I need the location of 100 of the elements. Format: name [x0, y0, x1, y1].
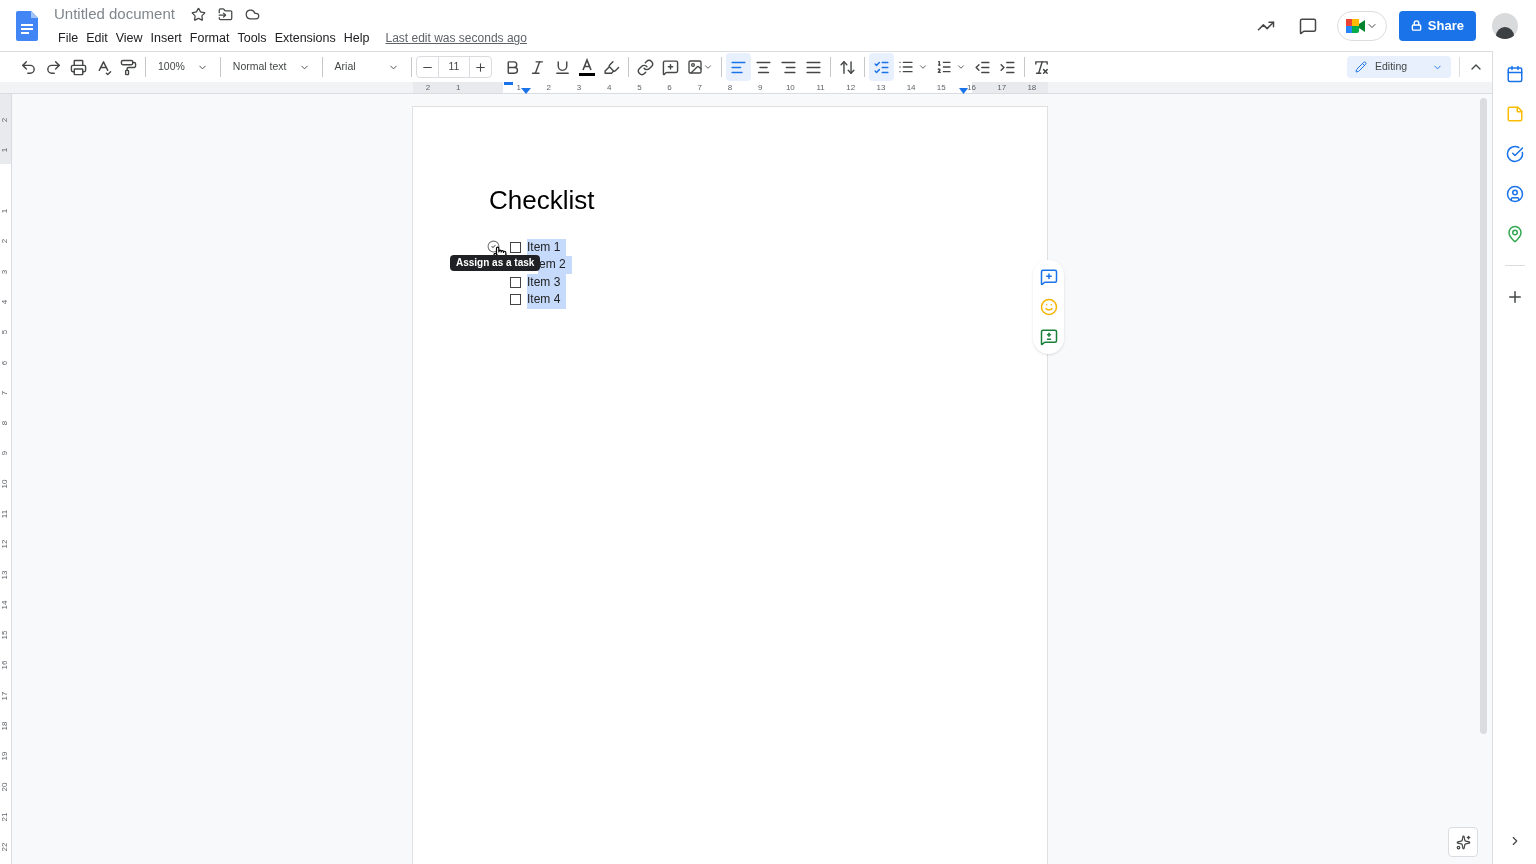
ruler-number: 12 — [1, 539, 10, 549]
assign-task-icon[interactable] — [487, 240, 500, 253]
ruler-number: 9 — [757, 82, 763, 93]
checklist-item-text[interactable]: Item 3 — [527, 273, 567, 292]
ruler-number: 2 — [1, 117, 10, 123]
numbered-list-icon — [936, 59, 953, 75]
menu-item[interactable]: Tools — [233, 28, 271, 48]
avatar[interactable] — [1492, 12, 1518, 39]
ruler-number: 15 — [1, 630, 10, 640]
ruler-number: 7 — [697, 82, 702, 93]
maps-pin-icon[interactable] — [1505, 225, 1524, 243]
document-title[interactable]: Untitled document — [54, 3, 175, 26]
ruler-number: 3 — [576, 82, 582, 93]
menu-item[interactable]: Format — [185, 28, 234, 48]
ruler-number: 1 — [1, 208, 10, 214]
ruler-number: 19 — [1, 751, 10, 761]
menu-item[interactable]: Insert — [146, 28, 186, 48]
checkbox[interactable] — [510, 294, 521, 306]
menu-item[interactable]: View — [111, 28, 147, 48]
menu-item[interactable]: File — [54, 28, 83, 48]
comment-plus-icon — [662, 58, 680, 76]
style-dropdown[interactable]: Normal text — [224, 53, 318, 81]
ruler-number: 2 — [546, 82, 552, 93]
ruler-number: 4 — [1, 299, 10, 305]
share-button[interactable]: Share — [1398, 10, 1476, 41]
suggest-edits-icon[interactable] — [1039, 328, 1058, 346]
ruler-number: 15 — [936, 82, 946, 93]
tooltip: Assign as a task — [450, 255, 541, 271]
ruler-number: 7 — [1, 390, 10, 396]
ruler-number: 1 — [1, 148, 10, 153]
ruler-number: 9 — [1, 451, 10, 456]
align-left-button[interactable] — [726, 53, 752, 81]
ruler-number: 10 — [1, 479, 10, 489]
checklist-item-text[interactable]: Item 1 — [527, 239, 567, 257]
ruler-number: 13 — [876, 82, 886, 93]
text-color-icon — [579, 58, 596, 76]
video-camera-icon — [1345, 17, 1366, 34]
undo-icon — [20, 58, 37, 76]
highlighter-icon — [603, 58, 621, 76]
ruler-number: 5 — [637, 82, 642, 93]
sparkle-icon — [1455, 834, 1471, 850]
ruler-number: 8 — [1, 420, 10, 426]
font-dropdown[interactable]: Arial — [326, 53, 407, 81]
paint-roller-icon — [120, 58, 137, 76]
docs-logo-icon[interactable] — [16, 10, 38, 41]
checklist-button[interactable] — [869, 53, 895, 81]
checkbox[interactable] — [510, 242, 521, 254]
ruler-number: 8 — [727, 82, 733, 93]
ruler-number: 1 — [516, 82, 521, 93]
ruler-number: 6 — [1, 360, 10, 365]
ruler-number: 2 — [425, 82, 431, 93]
ruler-number: 11 — [816, 82, 825, 93]
calendar-icon[interactable] — [1505, 65, 1524, 83]
ruler-number: 10 — [785, 82, 795, 93]
ruler-number: 16 — [1, 661, 10, 670]
checklist-item-text[interactable]: Item 4 — [527, 291, 567, 309]
line-spacing-icon — [839, 58, 857, 76]
explore-button[interactable] — [1448, 827, 1478, 857]
menu-item[interactable]: Help — [339, 28, 374, 48]
caret-icon — [918, 62, 929, 72]
ruler-number: 3 — [1, 269, 10, 274]
editing-mode-dropdown[interactable]: Editing — [1347, 56, 1451, 78]
bulleted-list-icon — [898, 59, 915, 75]
checkbox[interactable] — [510, 276, 521, 288]
ruler-number: 1 — [456, 82, 461, 93]
ruler-number: 6 — [667, 82, 672, 93]
ruler-number: 17 — [1, 691, 10, 701]
ruler-number: 22 — [1, 842, 10, 852]
lock-icon — [1410, 20, 1422, 31]
ruler-number: 13 — [1, 570, 10, 580]
menu-item[interactable]: Extensions — [270, 28, 340, 48]
tasks-icon[interactable] — [1505, 145, 1524, 163]
caret-icon — [703, 62, 714, 72]
comments-icon[interactable] — [1298, 16, 1317, 35]
first-line-indent-marker[interactable] — [504, 82, 513, 85]
ruler-number: 17 — [997, 82, 1007, 93]
star-icon[interactable] — [190, 7, 206, 23]
move-folder-icon[interactable] — [217, 7, 233, 23]
checklist-item-text[interactable]: em 2 — [538, 256, 572, 274]
image-icon — [687, 59, 704, 75]
cloud-icon[interactable] — [244, 7, 260, 23]
contacts-icon[interactable] — [1505, 185, 1524, 203]
menu-item[interactable]: Edit — [82, 28, 112, 48]
ruler-number: 16 — [967, 82, 976, 93]
ruler-number: 11 — [1, 509, 10, 519]
ruler-number: 14 — [1, 600, 10, 610]
add-comment-icon[interactable] — [1039, 268, 1058, 286]
last-edit-link[interactable]: Last edit was seconds ago — [385, 29, 527, 48]
ruler-number: 20 — [1, 782, 10, 792]
ruler-number: 18 — [1, 721, 10, 731]
pencil-icon — [1355, 61, 1367, 73]
ruler-number: 18 — [1027, 82, 1037, 93]
zoom-dropdown[interactable]: 100% — [150, 53, 216, 81]
increase-font-icon[interactable] — [474, 60, 488, 74]
ruler-number: 14 — [906, 82, 916, 93]
ruler-number: 5 — [1, 330, 10, 335]
ruler-number: 12 — [846, 82, 856, 93]
link-icon — [637, 58, 655, 76]
underline-icon — [554, 58, 572, 76]
clear-formatting-icon — [1033, 58, 1051, 76]
